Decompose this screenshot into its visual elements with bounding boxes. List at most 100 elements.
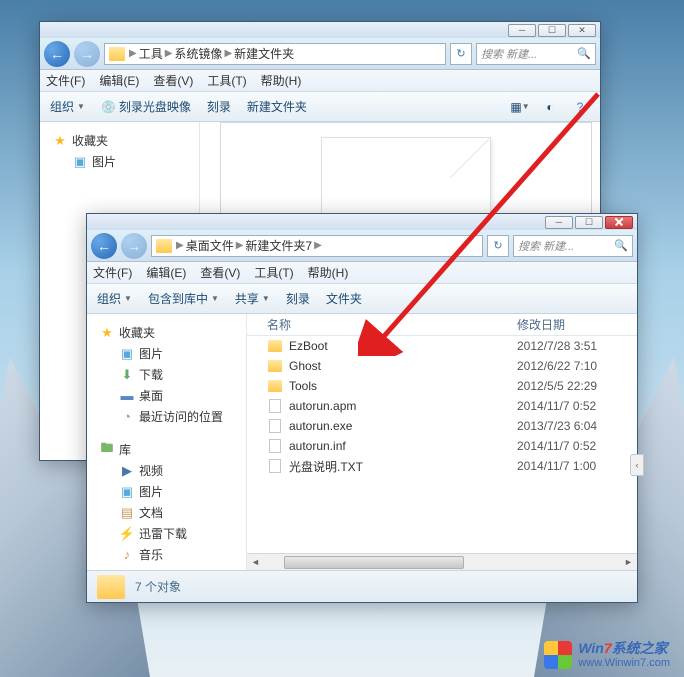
menu-tools[interactable]: 工具(T)	[254, 264, 293, 281]
menu-view[interactable]: 查看(V)	[153, 72, 193, 89]
toolbar-new-folder[interactable]: 新建文件夹	[247, 98, 307, 115]
horizontal-scrollbar[interactable]: ◄ ►	[247, 553, 637, 570]
menu-help[interactable]: 帮助(H)	[308, 264, 349, 281]
sidebar-videos[interactable]: ▶视频	[87, 460, 246, 481]
sidebar-recent[interactable]: ◔最近访问的位置	[87, 406, 246, 427]
sidebar-pictures[interactable]: ▣图片	[40, 151, 199, 172]
breadcrumb[interactable]: ▶ 工具▶ 系统镜像▶ 新建文件夹	[104, 43, 446, 65]
column-date[interactable]: 修改日期	[517, 316, 637, 333]
back-button[interactable]: ←	[91, 233, 117, 259]
toolbar-share[interactable]: 共享▼	[235, 290, 270, 307]
menu-help[interactable]: 帮助(H)	[261, 72, 302, 89]
file-icon	[267, 458, 283, 474]
chevron-down-icon: ▼	[77, 102, 85, 111]
toolbar-burn-image[interactable]: 💿 刻录光盘映像	[101, 98, 191, 115]
minimize-button[interactable]: ─	[545, 216, 573, 229]
breadcrumb-item[interactable]: 桌面文件	[186, 237, 234, 254]
refresh-button[interactable]: ↻	[487, 235, 509, 257]
toolbar-organize[interactable]: 组织▼	[97, 290, 132, 307]
file-name: autorun.inf	[289, 439, 517, 453]
sidebar-desktop[interactable]: ▬桌面	[87, 385, 246, 406]
folder-icon	[97, 575, 125, 599]
sidebar-downloads[interactable]: ⬇下载	[87, 364, 246, 385]
file-row[interactable]: Tools2012/5/5 22:29	[247, 376, 637, 396]
breadcrumb[interactable]: ▶ 桌面文件▶ 新建文件夹7▶	[151, 235, 483, 257]
scroll-left-icon[interactable]: ◄	[247, 555, 264, 570]
sidebar-favorites[interactable]: ★收藏夹	[87, 322, 246, 343]
toolbar-burn[interactable]: 刻录	[286, 290, 310, 307]
sidebar-pictures[interactable]: ▣图片	[87, 343, 246, 364]
column-name[interactable]: 名称	[267, 316, 517, 333]
toolbar-organize[interactable]: 组织▼	[50, 98, 85, 115]
titlebar[interactable]: ─ ☐	[87, 214, 637, 230]
navigation-pane: ★收藏夹 ▣图片 ⬇下载 ▬桌面 ◔最近访问的位置 🖿库 ▶视频 ▣图片 ▤文档…	[87, 314, 247, 570]
download-icon: ⬇	[119, 367, 135, 383]
file-date: 2014/11/7 0:52	[517, 399, 637, 413]
folder-icon	[267, 358, 283, 374]
folder-icon	[267, 378, 283, 394]
breadcrumb-item[interactable]: 系统镜像	[174, 45, 222, 62]
maximize-button[interactable]: ☐	[538, 24, 566, 37]
help-button[interactable]: ?	[570, 98, 590, 116]
close-button[interactable]	[605, 216, 633, 229]
preview-pane-button[interactable]: ◐	[540, 98, 560, 116]
file-date: 2014/11/7 0:52	[517, 439, 637, 453]
view-options-button[interactable]: ▦ ▼	[510, 98, 530, 116]
search-input[interactable]: 搜索 新建... 🔍	[476, 43, 596, 65]
toolbar-include-library[interactable]: 包含到库中▼	[148, 290, 219, 307]
star-icon: ★	[52, 133, 68, 149]
minimize-button[interactable]: ─	[508, 24, 536, 37]
menu-view[interactable]: 查看(V)	[200, 264, 240, 281]
forward-button[interactable]: →	[74, 41, 100, 67]
sidebar-libraries[interactable]: 🖿库	[87, 439, 246, 460]
toolbar: 组织▼ 包含到库中▼ 共享▼ 刻录 文件夹	[87, 284, 637, 314]
forward-button[interactable]: →	[121, 233, 147, 259]
menu-tools[interactable]: 工具(T)	[207, 72, 246, 89]
sidebar-thunder[interactable]: ⚡迅雷下载	[87, 523, 246, 544]
toolbar-new-folder[interactable]: 文件夹	[326, 290, 362, 307]
file-name: autorun.exe	[289, 419, 517, 433]
breadcrumb-item[interactable]: 工具	[139, 45, 163, 62]
search-input[interactable]: 搜索 新建... 🔍	[513, 235, 633, 257]
toolbar: 组织▼ 💿 刻录光盘映像 刻录 新建文件夹 ▦ ▼ ◐ ?	[40, 92, 600, 122]
file-row[interactable]: autorun.exe2013/7/23 6:04	[247, 416, 637, 436]
chevron-down-icon: ▼	[124, 294, 132, 303]
file-name: autorun.apm	[289, 399, 517, 413]
breadcrumb-item[interactable]: 新建文件夹	[234, 45, 294, 62]
column-headers: 名称 修改日期	[247, 314, 637, 336]
file-row[interactable]: 光盘说明.TXT2014/11/7 1:00	[247, 456, 637, 476]
menu-file[interactable]: 文件(F)	[93, 264, 132, 281]
folder-icon	[267, 338, 283, 354]
menu-edit[interactable]: 编辑(E)	[99, 72, 139, 89]
sidebar-documents[interactable]: ▤文档	[87, 502, 246, 523]
star-icon: ★	[99, 325, 115, 341]
menu-edit[interactable]: 编辑(E)	[146, 264, 186, 281]
menu-file[interactable]: 文件(F)	[46, 72, 85, 89]
side-handle[interactable]: ‹	[630, 454, 644, 476]
file-row[interactable]: Ghost2012/6/22 7:10	[247, 356, 637, 376]
menu-bar: 文件(F) 编辑(E) 查看(V) 工具(T) 帮助(H)	[87, 262, 637, 284]
file-row[interactable]: autorun.apm2014/11/7 0:52	[247, 396, 637, 416]
file-name: 光盘说明.TXT	[289, 458, 517, 475]
sidebar-favorites[interactable]: ★收藏夹	[40, 130, 199, 151]
titlebar[interactable]: ─ ☐ ✕	[40, 22, 600, 38]
file-row[interactable]: EzBoot2012/7/28 3:51	[247, 336, 637, 356]
explorer-window-front: ─ ☐ ← → ▶ 桌面文件▶ 新建文件夹7▶ ↻ 搜索 新建... 🔍 文件(…	[86, 213, 638, 603]
file-row[interactable]: autorun.inf2014/11/7 0:52	[247, 436, 637, 456]
folder-icon	[156, 239, 172, 253]
breadcrumb-item[interactable]: 新建文件夹7	[245, 237, 312, 254]
refresh-button[interactable]: ↻	[450, 43, 472, 65]
chevron-down-icon: ▼	[211, 294, 219, 303]
toolbar-burn[interactable]: 刻录	[207, 98, 231, 115]
scroll-right-icon[interactable]: ►	[620, 555, 637, 570]
maximize-button[interactable]: ☐	[575, 216, 603, 229]
back-button[interactable]: ←	[44, 41, 70, 67]
scroll-thumb[interactable]	[284, 556, 464, 569]
thunder-icon: ⚡	[119, 526, 135, 542]
file-date: 2012/7/28 3:51	[517, 339, 637, 353]
sidebar-music[interactable]: ♪音乐	[87, 544, 246, 565]
close-button[interactable]: ✕	[568, 24, 596, 37]
menu-bar: 文件(F) 编辑(E) 查看(V) 工具(T) 帮助(H)	[40, 70, 600, 92]
sidebar-pictures2[interactable]: ▣图片	[87, 481, 246, 502]
file-name: Ghost	[289, 359, 517, 373]
